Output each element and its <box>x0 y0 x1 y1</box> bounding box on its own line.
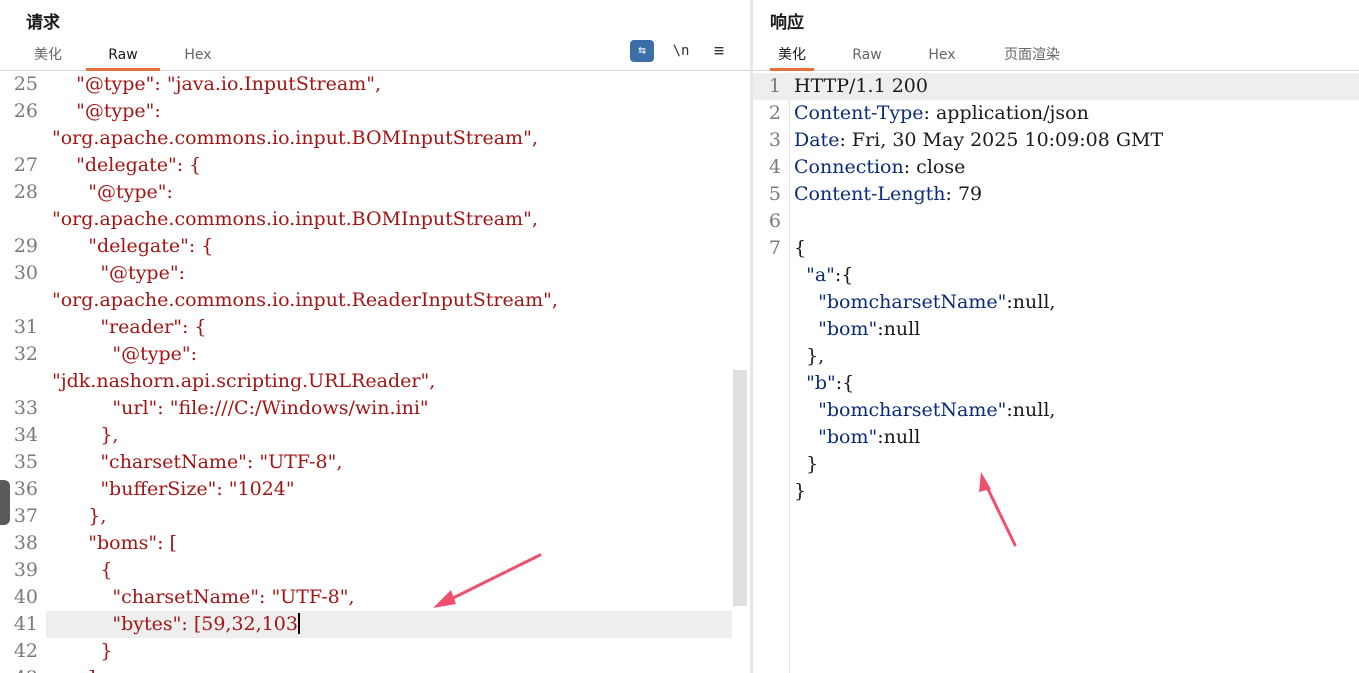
response-pane: 响应 美化 Raw Hex 页面渲染 1 HTTP/1.1 200 2 Content… <box>753 0 1359 673</box>
annotation-arrow-response <box>979 472 1017 547</box>
request-pane: 请求 美化 Raw Hex ⇆ \n ≡ 25 "@type": "java.i… <box>0 0 750 673</box>
annotation-arrow-request <box>433 553 542 608</box>
